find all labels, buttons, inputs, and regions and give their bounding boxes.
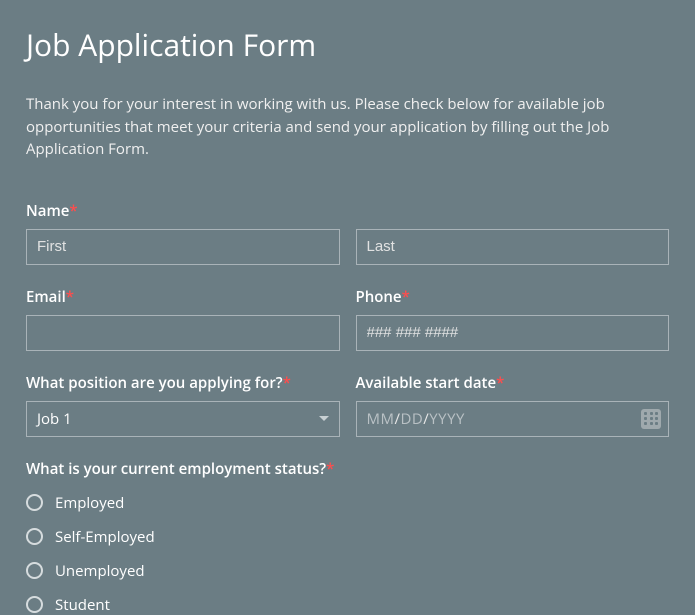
start-date-label: Available start date* — [356, 373, 670, 393]
radio-label: Employed — [55, 493, 124, 513]
radio-label: Student — [55, 595, 110, 615]
calendar-icon[interactable] — [641, 409, 661, 429]
radio-icon — [26, 562, 43, 579]
position-label: What position are you applying for?* — [26, 373, 340, 393]
required-asterisk: * — [402, 287, 410, 307]
radio-label: Unemployed — [55, 561, 145, 581]
page-title: Job Application Form — [26, 24, 669, 65]
radio-student[interactable]: Student — [26, 595, 669, 615]
phone-input[interactable] — [356, 315, 670, 351]
position-label-text: What position are you applying for? — [26, 373, 283, 393]
radio-icon — [26, 596, 43, 613]
required-asterisk: * — [69, 201, 77, 221]
employment-label: What is your current employment status?* — [26, 459, 669, 479]
phone-label-text: Phone — [356, 287, 402, 307]
email-input[interactable] — [26, 315, 340, 351]
radio-unemployed[interactable]: Unemployed — [26, 561, 669, 581]
radio-employed[interactable]: Employed — [26, 493, 669, 513]
intro-text: Thank you for your interest in working w… — [26, 93, 669, 161]
required-asterisk: * — [496, 373, 504, 393]
name-label: Name* — [26, 201, 669, 221]
radio-icon — [26, 494, 43, 511]
phone-label: Phone* — [356, 287, 670, 307]
position-selected-value: Job 1 — [37, 409, 72, 429]
email-label: Email* — [26, 287, 340, 307]
first-name-input[interactable] — [26, 229, 340, 265]
date-placeholder: MM/DD/YYYY — [367, 409, 465, 429]
radio-self-employed[interactable]: Self-Employed — [26, 527, 669, 547]
last-name-input[interactable] — [356, 229, 670, 265]
position-select[interactable]: Job 1 — [26, 401, 340, 437]
start-date-label-text: Available start date — [356, 373, 497, 393]
email-label-text: Email — [26, 287, 66, 307]
required-asterisk: * — [66, 287, 74, 307]
radio-icon — [26, 528, 43, 545]
employment-label-text: What is your current employment status? — [26, 459, 326, 479]
name-label-text: Name — [26, 201, 69, 221]
start-date-input[interactable]: MM/DD/YYYY — [356, 401, 670, 437]
employment-radio-group: Employed Self-Employed Unemployed Studen… — [26, 493, 669, 615]
required-asterisk: * — [326, 459, 334, 479]
radio-label: Self-Employed — [55, 527, 155, 547]
required-asterisk: * — [283, 373, 291, 393]
chevron-down-icon — [319, 416, 329, 421]
